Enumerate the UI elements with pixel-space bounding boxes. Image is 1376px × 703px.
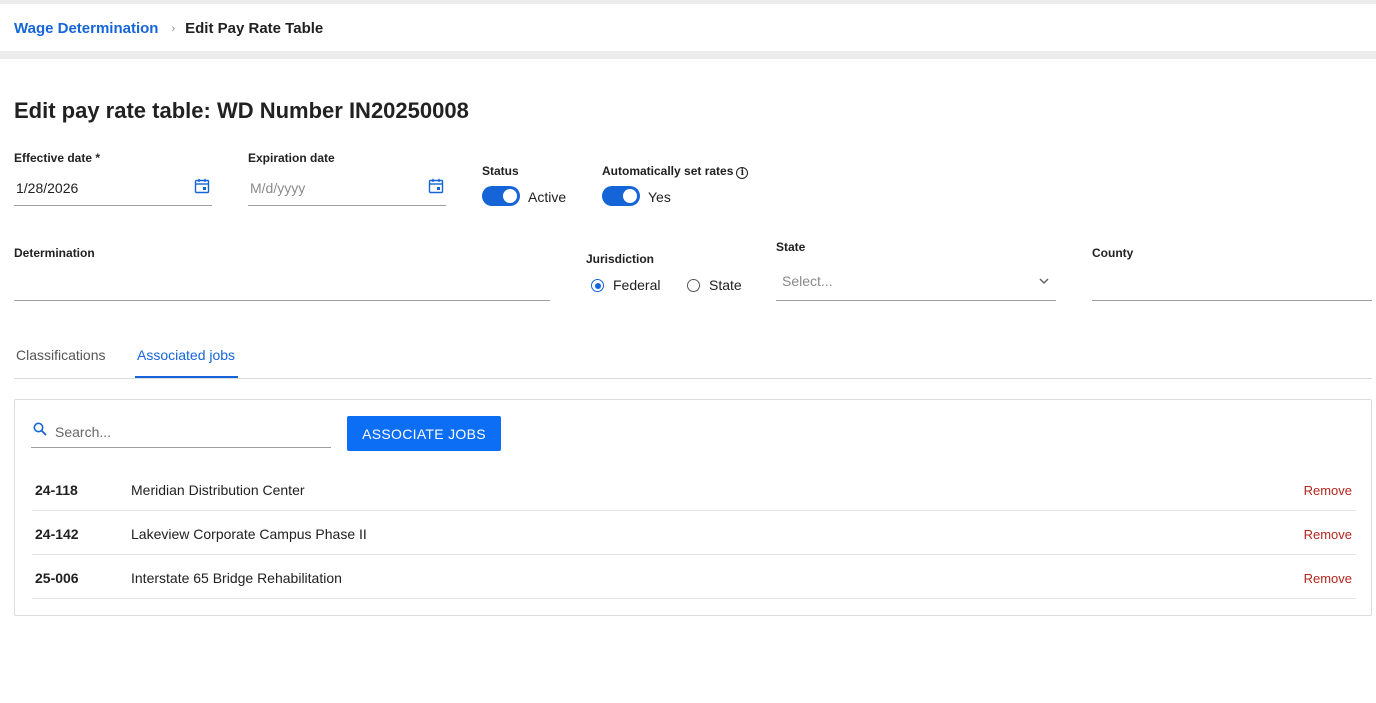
- breadcrumb-link-wage-determination[interactable]: Wage Determination: [14, 20, 158, 37]
- auto-rates-toggle[interactable]: [602, 186, 640, 206]
- page-title: Edit pay rate table: WD Number IN2025000…: [14, 98, 469, 123]
- remove-link[interactable]: Remove: [1304, 483, 1352, 498]
- expiration-date-field[interactable]: M/d/yyyy: [248, 174, 446, 206]
- status-toggle[interactable]: [482, 186, 520, 206]
- info-icon[interactable]: i: [736, 167, 749, 179]
- job-number: 24-142: [35, 526, 79, 542]
- determination-label: Determination: [14, 246, 95, 260]
- chevron-down-icon: [1039, 278, 1049, 285]
- remove-link[interactable]: Remove: [1304, 571, 1352, 586]
- effective-date-label: Effective date *: [14, 151, 101, 165]
- search-input[interactable]: [55, 421, 325, 443]
- auto-rates-label-text: Automatically set rates: [602, 164, 734, 178]
- radio-state-label[interactable]: State: [709, 277, 742, 293]
- associated-jobs-panel: ASSOCIATE JOBS 24-118 Meridian Distribut…: [14, 399, 1372, 616]
- tabs-divider: [14, 378, 1372, 379]
- associate-jobs-button[interactable]: ASSOCIATE JOBS: [347, 416, 501, 451]
- toggle-knob: [623, 189, 637, 203]
- state-label: State: [776, 240, 806, 254]
- job-name: Interstate 65 Bridge Rehabilitation: [131, 570, 342, 586]
- header-divider: [0, 51, 1376, 59]
- job-name: Lakeview Corporate Campus Phase II: [131, 526, 367, 542]
- breadcrumb-current: Edit Pay Rate Table: [185, 20, 324, 37]
- auto-rates-text: Yes: [648, 189, 671, 205]
- auto-rates-label: Automatically set rates i: [602, 164, 749, 179]
- determination-field[interactable]: [14, 271, 550, 301]
- breadcrumb-separator-icon: ›: [171, 22, 176, 35]
- status-text: Active: [528, 189, 567, 205]
- table-row: 24-118 Meridian Distribution Center Remo…: [32, 467, 1356, 511]
- job-number: 25-006: [35, 570, 79, 586]
- remove-link[interactable]: Remove: [1304, 527, 1352, 542]
- expiration-date-label: Expiration date: [248, 151, 335, 165]
- calendar-icon[interactable]: [194, 178, 210, 194]
- radio-federal-label[interactable]: Federal: [613, 277, 660, 293]
- table-row: 25-006 Interstate 65 Bridge Rehabilitati…: [32, 555, 1356, 599]
- search-icon: [33, 422, 47, 436]
- job-name: Meridian Distribution Center: [131, 482, 305, 498]
- radio-federal[interactable]: [591, 279, 604, 292]
- radio-state[interactable]: [687, 279, 700, 292]
- job-number: 24-118: [35, 482, 78, 498]
- expiration-date-placeholder: M/d/yyyy: [250, 180, 306, 196]
- toggle-knob: [503, 189, 517, 203]
- tab-associated-jobs[interactable]: Associated jobs: [137, 347, 235, 363]
- effective-date-value: 1/28/2026: [16, 180, 79, 196]
- breadcrumb-bar: Wage Determination › Edit Pay Rate Table: [0, 4, 1376, 51]
- search-box: [31, 417, 331, 448]
- county-field[interactable]: [1092, 271, 1372, 301]
- state-select-placeholder: Select...: [782, 273, 833, 289]
- county-label: County: [1092, 246, 1134, 260]
- effective-date-field[interactable]: 1/28/2026: [14, 174, 212, 206]
- breadcrumb: Wage Determination › Edit Pay Rate Table: [14, 20, 323, 37]
- table-row: 24-142 Lakeview Corporate Campus Phase I…: [32, 511, 1356, 555]
- jurisdiction-label: Jurisdiction: [586, 252, 655, 266]
- calendar-icon[interactable]: [428, 178, 444, 194]
- tab-classifications[interactable]: Classifications: [16, 347, 105, 363]
- status-label: Status: [482, 164, 519, 178]
- state-select[interactable]: Select...: [776, 264, 1056, 301]
